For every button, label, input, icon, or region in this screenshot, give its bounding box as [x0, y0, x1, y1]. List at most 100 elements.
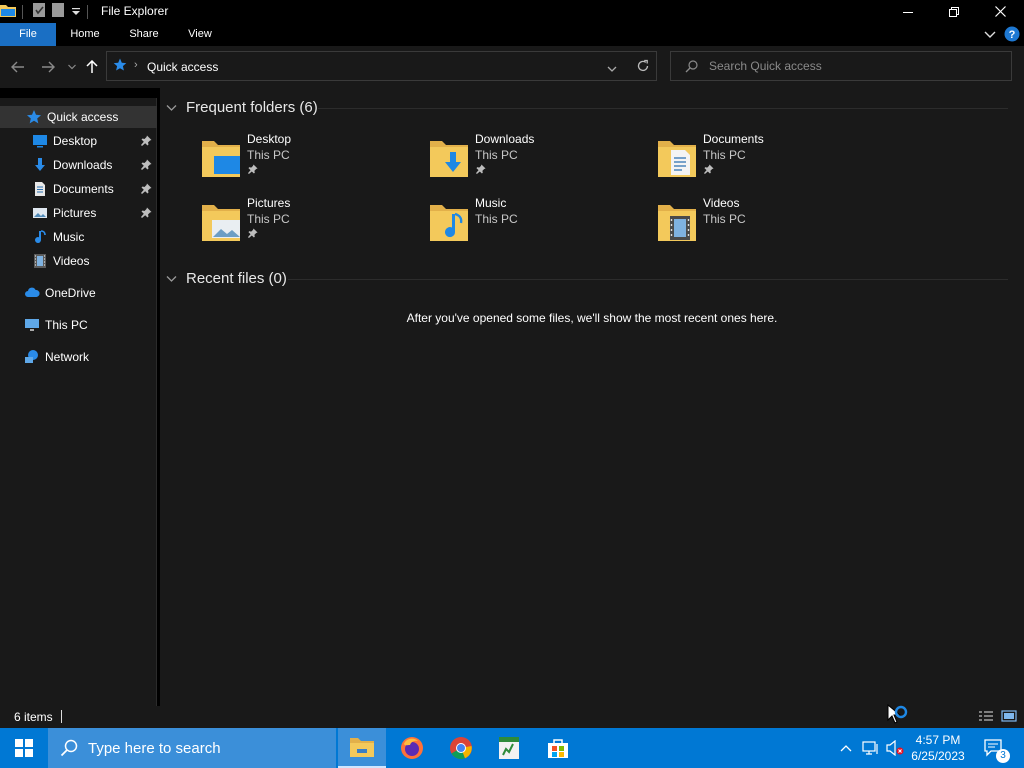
desktop-icon [32, 133, 48, 149]
customize-qat-icon[interactable] [71, 5, 81, 19]
details-view-button[interactable] [978, 710, 994, 727]
tiles-view-icon [1001, 710, 1017, 722]
tab-view[interactable]: View [178, 23, 222, 46]
taskbar-app-firefox[interactable] [388, 728, 436, 768]
recent-files-header[interactable]: Recent files (0) [166, 267, 287, 289]
taskbar-search-input[interactable] [88, 739, 328, 757]
documents-folder-icon [656, 138, 698, 183]
chevron-down-icon [68, 64, 76, 70]
spreadsheet-app-icon [499, 737, 519, 759]
search-input[interactable] [709, 58, 999, 74]
taskbar-app-file-explorer[interactable] [338, 728, 386, 768]
sidebar-item-documents[interactable]: Documents [0, 178, 157, 200]
sidebar-item-label: Quick access [47, 110, 119, 124]
frequent-folders-header[interactable]: Frequent folders (6) [166, 96, 318, 118]
folder-tile-documents[interactable]: Documents This PC [656, 132, 876, 188]
new-folder-icon[interactable] [52, 3, 65, 20]
pin-icon [248, 163, 258, 177]
sidebar-item-this-pc[interactable]: This PC [0, 314, 157, 336]
help-icon: ? [1004, 26, 1020, 42]
pin-icon [476, 163, 486, 177]
folder-name: Desktop [247, 132, 292, 146]
taskbar-clock[interactable]: 4:57 PM 6/25/2023 [906, 732, 970, 764]
restore-button[interactable] [931, 0, 977, 23]
sidebar-item-label: Desktop [53, 134, 98, 148]
folder-tile-downloads[interactable]: Downloads This PC [428, 132, 648, 188]
search-icon [685, 60, 698, 76]
sidebar-item-onedrive[interactable]: OneDrive [0, 282, 157, 304]
forward-button[interactable] [38, 58, 58, 76]
firefox-icon [401, 737, 423, 759]
quick-access-star-icon [113, 58, 127, 75]
sidebar-item-music[interactable]: Music [0, 226, 157, 248]
folder-name: Documents [703, 132, 764, 146]
sidebar-item-label: Videos [53, 254, 90, 268]
sidebar-item-label: Network [45, 350, 90, 364]
taskbar-app-store[interactable] [534, 728, 582, 768]
ribbon-tabs: File Home Share View ? [0, 23, 1024, 46]
sidebar-item-label: OneDrive [45, 286, 96, 300]
folder-tile-desktop[interactable]: Desktop This PC [200, 132, 420, 188]
content-pane: Frequent folders (6) Desktop This PC Dow… [160, 88, 1024, 706]
address-history-button[interactable] [607, 62, 617, 76]
chevron-down-icon [166, 99, 186, 116]
expand-ribbon-button[interactable] [984, 28, 996, 43]
network-tray-button[interactable] [860, 728, 882, 768]
folder-location: This PC [475, 212, 518, 226]
folder-tile-music[interactable]: Music This PC [428, 196, 648, 252]
search-box[interactable] [670, 51, 1012, 81]
tab-file[interactable]: File [0, 23, 56, 46]
up-button[interactable] [82, 58, 102, 76]
busy-cursor-icon [887, 703, 908, 724]
group-divider [318, 108, 1008, 109]
videos-folder-icon [656, 202, 698, 247]
sidebar-item-desktop[interactable]: Desktop [0, 130, 157, 152]
tab-share[interactable]: Share [121, 23, 167, 46]
start-button[interactable] [0, 728, 48, 768]
properties-icon[interactable] [33, 3, 46, 20]
sidebar-item-videos[interactable]: Videos [0, 250, 157, 272]
breadcrumb-separator-icon: › [134, 59, 138, 71]
back-button[interactable] [8, 58, 28, 76]
arrow-left-icon [11, 61, 24, 73]
sidebar-item-network[interactable]: Network [0, 346, 157, 368]
folder-tile-videos[interactable]: Videos This PC [656, 196, 876, 252]
folder-location: This PC [247, 212, 290, 226]
taskbar: 4:57 PM 6/25/2023 3 [0, 728, 1024, 768]
explorer-app-icon[interactable] [0, 3, 16, 20]
sidebar-item-label: This PC [45, 318, 88, 332]
address-bar[interactable]: › Quick access [106, 51, 657, 81]
show-hidden-icons-button[interactable] [836, 728, 856, 768]
music-note-icon [32, 229, 48, 245]
volume-tray-button[interactable] [884, 728, 906, 768]
store-icon [548, 739, 568, 758]
cloud-icon [24, 285, 40, 301]
sidebar-item-downloads[interactable]: Downloads [0, 154, 157, 176]
breadcrumb-quick-access[interactable]: Quick access [147, 60, 218, 74]
refresh-button[interactable] [636, 59, 650, 76]
folder-name: Videos [703, 196, 740, 210]
taskbar-app-chrome[interactable] [437, 728, 485, 768]
large-icons-view-button[interactable] [1001, 709, 1017, 726]
recent-locations-button[interactable] [62, 58, 82, 76]
taskbar-search-box[interactable] [48, 728, 336, 768]
qat-divider [87, 4, 88, 19]
desktop-folder-icon [200, 138, 242, 183]
action-center-button[interactable]: 3 [976, 728, 1012, 768]
pin-icon [141, 159, 152, 173]
help-button[interactable]: ? [1004, 26, 1020, 45]
taskbar-app-spreadsheet[interactable] [485, 728, 533, 768]
minimize-button[interactable] [885, 0, 931, 23]
navigation-pane: Quick access Desktop Downloads Documents [0, 98, 157, 706]
sidebar-item-quick-access[interactable]: Quick access [0, 106, 157, 128]
sidebar-item-pictures[interactable]: Pictures [0, 202, 157, 224]
chevron-up-icon [840, 745, 852, 752]
status-bar: 6 items [0, 706, 1024, 728]
file-explorer-icon [350, 738, 374, 757]
folder-tile-pictures[interactable]: Pictures This PC [200, 196, 420, 252]
window-title: File Explorer [101, 4, 169, 18]
arrow-right-icon [42, 61, 55, 73]
close-button[interactable] [977, 0, 1023, 23]
network-icon [24, 349, 40, 365]
tab-home[interactable]: Home [62, 23, 108, 46]
